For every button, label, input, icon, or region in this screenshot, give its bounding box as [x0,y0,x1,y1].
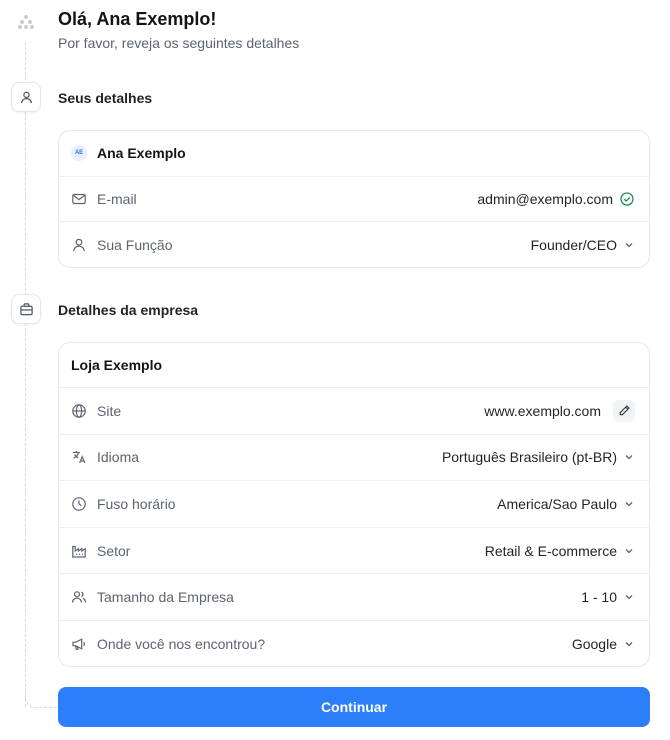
sector-row[interactable]: Setor Retail & E-commerce [59,528,649,575]
timezone-label: Fuso horário [97,495,176,512]
progress-rail-end [25,690,57,708]
timezone-value: America/Sao Paulo [497,495,617,512]
referral-source-label: Onde você nos encontrou? [97,636,266,653]
referral-source-select[interactable]: Google [572,636,635,652]
role-row[interactable]: Sua Função Founder/CEO [59,222,649,267]
email-row: E-mail admin@exemplo.com [59,177,649,223]
megaphone-icon [71,636,87,652]
logo-icon [17,14,35,30]
mail-icon [71,191,87,207]
company-size-select[interactable]: 1 - 10 [581,589,635,605]
chevron-down-icon [623,498,635,510]
language-label: Idioma [97,449,140,466]
email-value: admin@exemplo.com [477,190,613,207]
language-value: Português Brasileiro (pt-BR) [441,449,617,466]
timezone-row[interactable]: Fuso horário America/Sao Paulo [59,481,649,528]
page-title: Olá, Ana Exemplo! [58,9,217,29]
globe-icon [71,403,87,419]
role-value: Founder/CEO [530,236,617,253]
section-title-personal: Seus detalhes [58,90,153,106]
sector-select[interactable]: Retail & E-commerce [485,543,635,559]
language-row[interactable]: Idioma Português Brasileiro (pt-BR) [59,435,649,482]
chevron-down-icon [623,451,635,463]
referral-source-value: Google [571,636,617,653]
timezone-select[interactable]: America/Sao Paulo [497,496,635,512]
progress-rail [25,42,26,707]
translate-icon [71,449,87,465]
site-value: www.exemplo.com [484,402,601,419]
language-select[interactable]: Português Brasileiro (pt-BR) [442,449,635,465]
company-size-row[interactable]: Tamanho da Empresa 1 - 10 [59,574,649,621]
company-size-label: Tamanho da Empresa [97,589,234,606]
site-row: Site www.exemplo.com [59,388,649,435]
email-label: E-mail [97,190,137,207]
user-name: Ana Exemplo [97,145,186,162]
company-name: Loja Exemplo [71,357,163,373]
user-name-row: AE Ana Exemplo [59,131,649,177]
clock-icon [71,496,87,512]
company-details-card: Loja Exemplo Site www.exemplo.com Idioma… [58,342,650,667]
sector-value: Retail & E-commerce [484,542,617,559]
step-personal-icon [11,82,41,112]
avatar: AE [71,145,87,162]
chevron-down-icon [623,545,635,557]
users-icon [71,589,87,605]
factory-icon [71,543,87,559]
chevron-down-icon [623,239,635,251]
pencil-icon [619,405,630,416]
page-subtitle: Por favor, reveja os seguintes detalhes [58,35,300,51]
edit-site-button[interactable] [613,399,635,422]
role-select[interactable]: Founder/CEO [531,237,635,253]
verified-check-icon [619,191,635,207]
personal-details-card: AE Ana Exemplo E-mail admin@exemplo.com [58,130,650,268]
section-title-company: Detalhes da empresa [58,302,199,318]
sector-label: Setor [97,542,131,559]
referral-source-row[interactable]: Onde você nos encontrou? Google [59,621,649,666]
chevron-down-icon [623,638,635,650]
company-size-value: 1 - 10 [581,589,617,606]
step-company-icon [11,294,41,324]
site-label: Site [97,402,122,419]
user-icon [71,237,87,253]
chevron-down-icon [623,591,635,603]
role-label: Sua Função [97,236,173,253]
company-name-row: Loja Exemplo [59,343,649,388]
continue-button[interactable]: Continuar [58,687,650,727]
